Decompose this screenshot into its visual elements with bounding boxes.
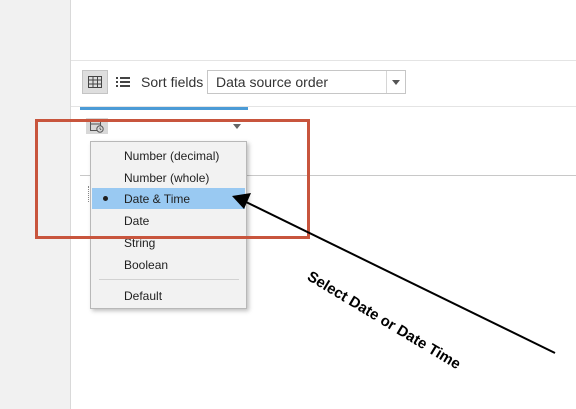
arrow-head-icon [232, 193, 251, 209]
annotation-arrow [232, 193, 556, 354]
